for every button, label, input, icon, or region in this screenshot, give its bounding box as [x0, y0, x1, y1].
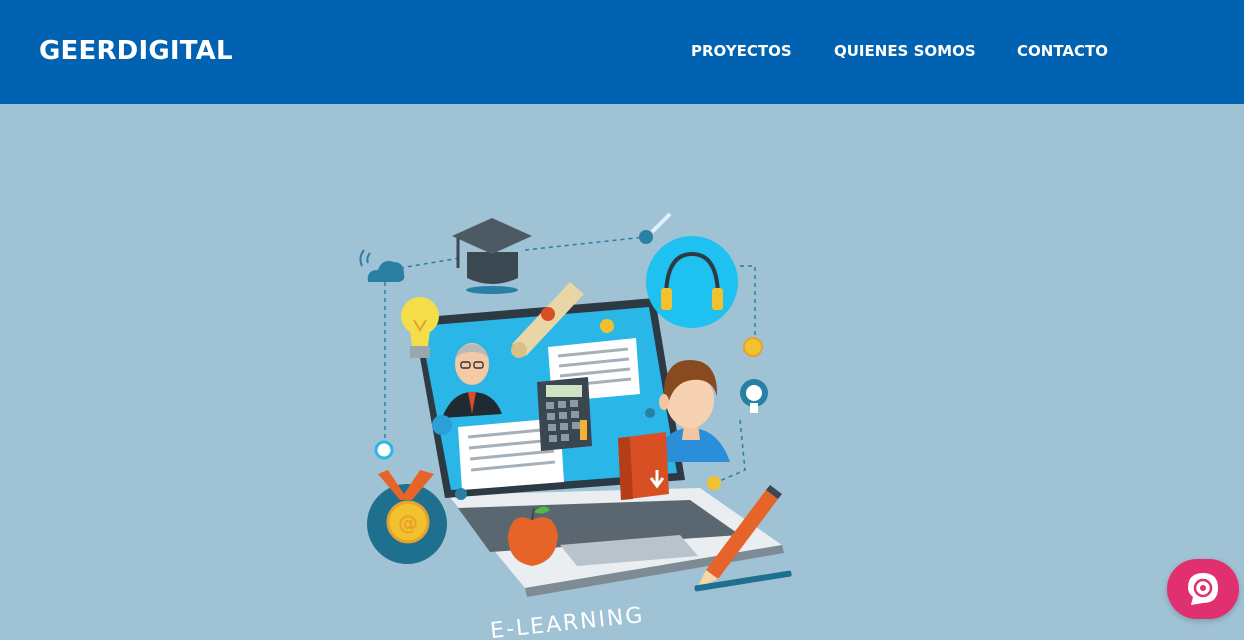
nav-link-quienes-somos[interactable]: QUIENES SOMOS: [834, 42, 976, 60]
decorative-dot: [707, 476, 721, 490]
brand-logo[interactable]: GEERDIGITAL: [39, 36, 233, 66]
nav-link-contacto[interactable]: CONTACTO: [1017, 42, 1108, 60]
headphones-icon: [646, 236, 738, 328]
book-download-icon: [618, 432, 669, 500]
coin-icon: [743, 337, 763, 357]
elearning-illustration: @ E-LEARNING: [359, 212, 792, 640]
hero-section: @ E-LEARNING: [0, 104, 1244, 640]
cloud-icon: [359, 249, 405, 282]
decorative-dot: [600, 319, 614, 333]
small-lightbulb-icon: [740, 379, 768, 413]
top-navbar: GEERDIGITAL PROYECTOS QUIENES SOMOS CONT…: [0, 0, 1244, 104]
svg-text:@: @: [398, 511, 418, 535]
decorative-dot: [432, 415, 452, 435]
rocket-icon: [639, 212, 672, 244]
decorative-dot: [455, 488, 467, 500]
calculator-icon: [537, 377, 592, 451]
chat-widget-button[interactable]: [1167, 559, 1239, 619]
nav-link-proyectos[interactable]: PROYECTOS: [691, 42, 792, 60]
decorative-dot: [645, 408, 655, 418]
illustration-caption: E-LEARNING: [489, 603, 646, 640]
chat-bubble-icon: [1188, 573, 1218, 605]
medal-icon: @: [367, 470, 447, 564]
decorative-ring: [374, 440, 394, 460]
graduation-cap-icon: [452, 218, 532, 294]
